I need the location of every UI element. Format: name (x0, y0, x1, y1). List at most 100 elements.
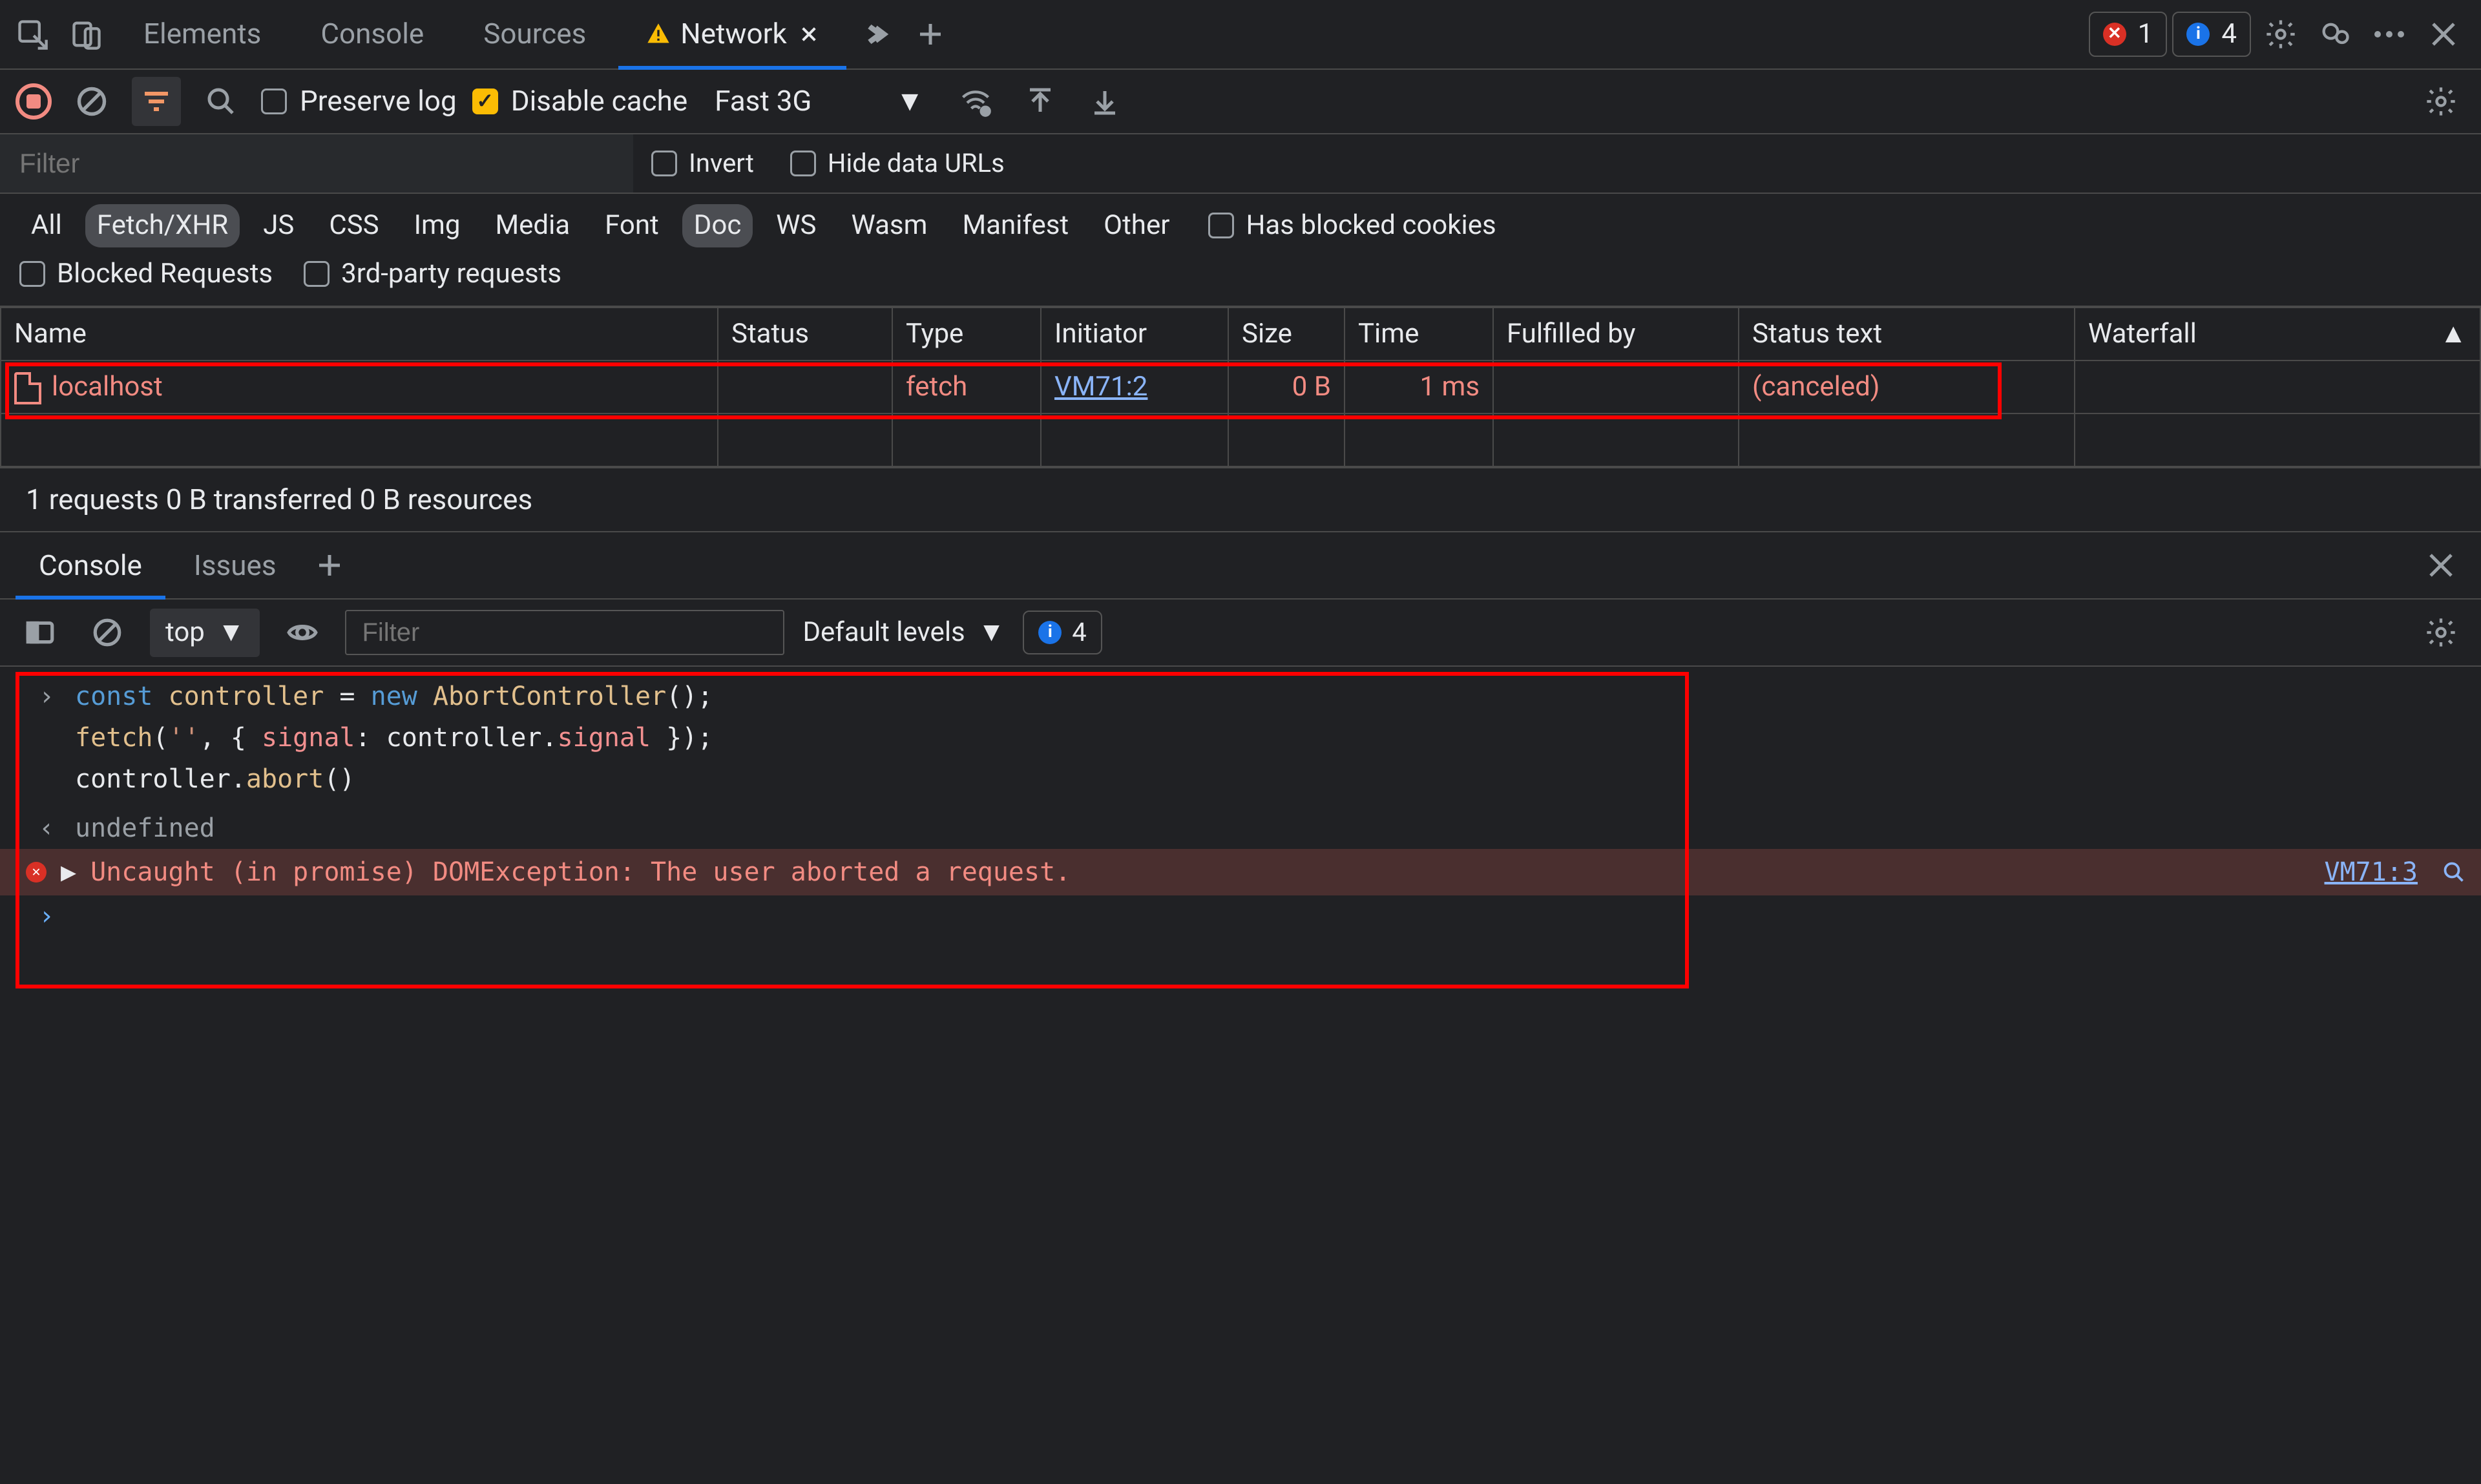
invert-label: Invert (689, 147, 754, 180)
col-status[interactable]: Status (718, 308, 892, 361)
error-count-badge[interactable]: ✕ 1 (2089, 12, 2168, 57)
console-info-badge[interactable]: i 4 (1023, 611, 1102, 654)
console-filter-input[interactable] (345, 610, 784, 655)
col-time[interactable]: Time (1345, 308, 1493, 361)
close-devtools-icon[interactable] (2419, 10, 2468, 59)
col-name[interactable]: Name (1, 308, 718, 361)
upload-har-icon[interactable] (1016, 77, 1065, 126)
close-drawer-icon[interactable] (2416, 541, 2465, 590)
inspect-element-icon[interactable] (8, 10, 57, 59)
tab-sources[interactable]: Sources (456, 0, 613, 68)
type-pill-img[interactable]: Img (403, 204, 472, 247)
col-type[interactable]: Type (892, 308, 1041, 361)
info-count-badge[interactable]: i 4 (2172, 12, 2251, 57)
clear-icon[interactable] (67, 77, 116, 126)
type-pill-font[interactable]: Font (593, 204, 671, 247)
log-levels-select[interactable]: Default levels ▼ (802, 615, 1005, 651)
network-toolbar: Preserve log Disable cache Fast 3G ▼ (0, 70, 2481, 134)
request-type-filter: All Fetch/XHR JS CSS Img Media Font Doc WS Wasm Ma… (0, 194, 2481, 254)
type-pill-fetch-xhr[interactable]: Fetch/XHR (85, 204, 240, 247)
drawer-tab-label: Issues (194, 547, 277, 584)
type-pill-css[interactable]: CSS (317, 204, 390, 247)
has-blocked-cookies-option[interactable]: Has blocked cookies (1208, 208, 1496, 244)
table-row[interactable]: localhost fetch VM71:2 0 B 1 ms (cancele… (1, 361, 2480, 413)
col-size[interactable]: Size (1228, 308, 1345, 361)
disable-cache-checkbox[interactable] (472, 89, 498, 114)
cell-waterfall (2075, 361, 2480, 413)
cell-initiator[interactable]: VM71:2 (1041, 361, 1228, 413)
network-settings-icon[interactable] (2416, 77, 2465, 126)
has-blocked-cookies-checkbox[interactable] (1208, 213, 1234, 238)
type-pill-js[interactable]: JS (251, 204, 306, 247)
tab-label: Elements (143, 16, 261, 52)
invert-checkbox[interactable] (651, 151, 677, 176)
record-button[interactable] (16, 83, 52, 120)
disable-cache-option[interactable]: Disable cache (472, 83, 687, 120)
type-pill-ws[interactable]: WS (764, 204, 828, 247)
third-party-checkbox[interactable] (304, 261, 330, 287)
blocked-requests-option[interactable]: Blocked Requests (19, 256, 273, 292)
live-expression-icon[interactable] (278, 608, 327, 657)
preserve-log-option[interactable]: Preserve log (261, 83, 457, 120)
console-input-line: › const controller = new AbortController… (0, 667, 2481, 717)
col-status-text[interactable]: Status text (1739, 308, 2075, 361)
tab-label: Console (320, 16, 424, 52)
tab-elements[interactable]: Elements (116, 0, 288, 68)
more-tabs-icon[interactable] (852, 10, 901, 59)
network-table: Name Status Type Initiator Size Time Ful… (0, 307, 2481, 467)
toggle-sidebar-icon[interactable] (16, 608, 65, 657)
settings-icon[interactable] (2256, 10, 2305, 59)
console-settings-icon[interactable] (2416, 608, 2465, 657)
console-toolbar: top ▼ Default levels ▼ i 4 (0, 600, 2481, 667)
download-har-icon[interactable] (1080, 77, 1129, 126)
hide-data-urls-option[interactable]: Hide data URLs (772, 147, 1023, 180)
reveal-icon[interactable] (2442, 861, 2465, 884)
invert-option[interactable]: Invert (633, 147, 772, 180)
execution-context-select[interactable]: top ▼ (150, 609, 260, 657)
filter-toggle-icon[interactable] (132, 77, 181, 126)
add-drawer-tab-icon[interactable] (305, 541, 354, 590)
console-prompt[interactable]: › (0, 895, 2481, 937)
sort-indicator-icon: ▲ (2440, 317, 2467, 352)
filter-input[interactable] (0, 134, 633, 193)
col-waterfall[interactable]: Waterfall▲ (2075, 308, 2480, 361)
drawer-tab-console[interactable]: Console (16, 532, 165, 598)
type-pill-other[interactable]: Other (1092, 204, 1181, 247)
tab-console[interactable]: Console (293, 0, 451, 68)
type-pill-wasm[interactable]: Wasm (840, 204, 939, 247)
drawer-tab-issues[interactable]: Issues (171, 532, 300, 598)
error-source-link[interactable]: VM71:3 (2325, 855, 2418, 889)
preserve-log-checkbox[interactable] (261, 89, 287, 114)
result-value: undefined (75, 811, 215, 845)
close-tab-icon[interactable] (799, 24, 819, 45)
tab-network[interactable]: Network (618, 0, 846, 68)
input-marker-icon: › (39, 680, 62, 713)
type-pill-manifest[interactable]: Manifest (950, 204, 1080, 247)
clear-console-icon[interactable] (83, 608, 132, 657)
add-tab-icon[interactable] (906, 10, 955, 59)
table-row-empty (1, 413, 2480, 466)
error-count: 1 (2138, 17, 2153, 52)
blocked-requests-checkbox[interactable] (19, 261, 45, 287)
throttling-select[interactable]: Fast 3G ▼ (703, 79, 936, 123)
table-header-row: Name Status Type Initiator Size Time Ful… (1, 308, 2480, 361)
network-conditions-icon[interactable] (951, 77, 1000, 126)
device-toolbar-icon[interactable] (62, 10, 111, 59)
cell-name: localhost (1, 361, 718, 413)
expand-error-icon[interactable]: ▶ (61, 855, 76, 889)
console-error-row[interactable]: ✕ ▶ Uncaught (in promise) DOMException: … (0, 849, 2481, 895)
third-party-option[interactable]: 3rd-party requests (304, 256, 561, 292)
feedback-icon[interactable] (2310, 10, 2360, 59)
col-fulfilled-by[interactable]: Fulfilled by (1493, 308, 1739, 361)
error-dot-icon: ✕ (2103, 23, 2126, 46)
col-initiator[interactable]: Initiator (1041, 308, 1228, 361)
search-icon[interactable] (196, 77, 246, 126)
more-menu-icon[interactable] (2365, 10, 2414, 59)
type-pill-media[interactable]: Media (483, 204, 581, 247)
warning-icon (645, 21, 671, 47)
disable-cache-label: Disable cache (511, 83, 687, 120)
type-pill-all[interactable]: All (19, 204, 74, 247)
hide-data-urls-checkbox[interactable] (790, 151, 816, 176)
filter-bar: Invert Hide data URLs (0, 134, 2481, 194)
type-pill-doc[interactable]: Doc (682, 204, 753, 247)
